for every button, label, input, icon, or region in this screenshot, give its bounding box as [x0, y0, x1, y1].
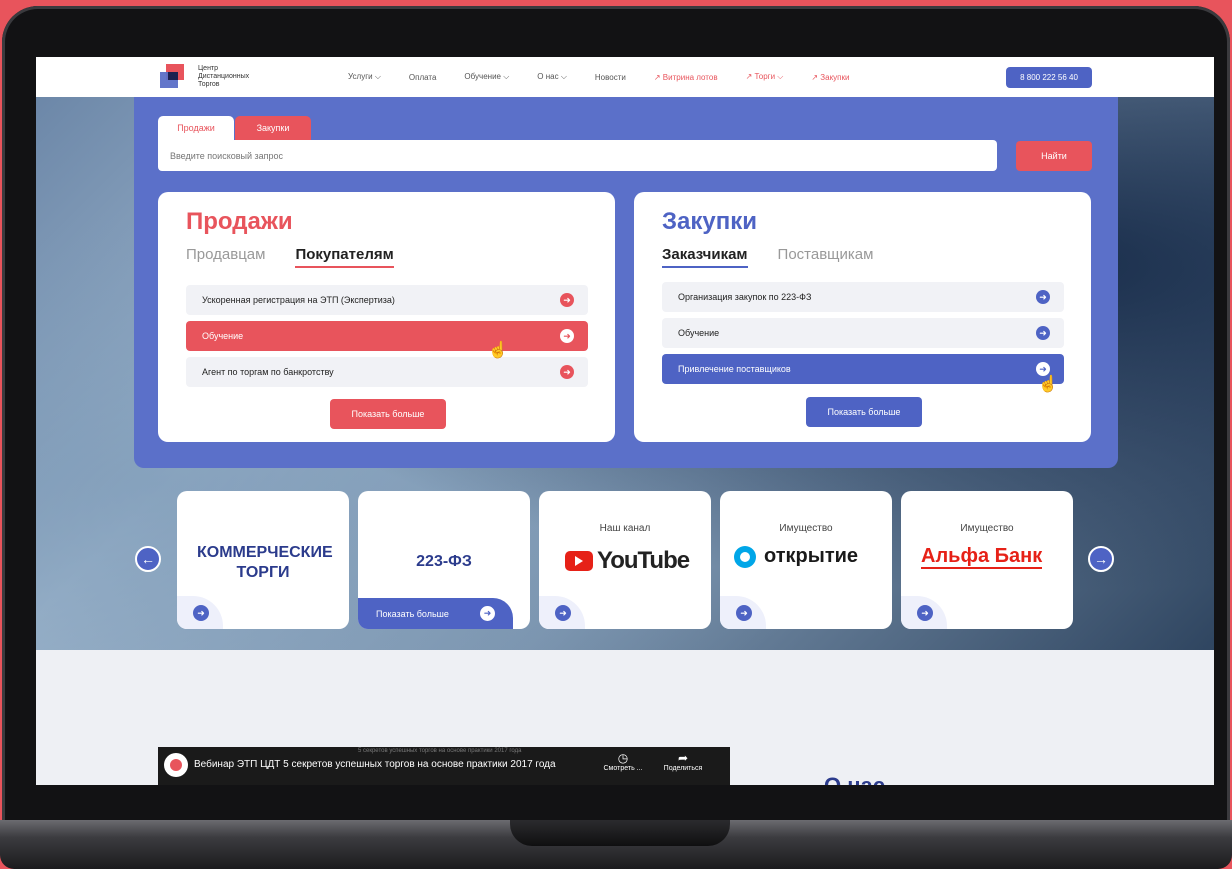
list-item[interactable]: Ускоренная регистрация на ЭТП (Экспертиз…	[186, 285, 588, 315]
share-label: Поделиться	[663, 765, 703, 772]
logo-icon	[160, 62, 190, 92]
nav-training[interactable]: Обучение ⌵	[464, 72, 509, 82]
tab-customers[interactable]: Заказчикам	[662, 246, 748, 268]
arrow-right-icon[interactable]: ➜	[917, 605, 933, 621]
list-item[interactable]: Агент по торгам по банкротству ➜	[186, 357, 588, 387]
alfa-bank-logo: Альфа Банк	[921, 545, 1043, 569]
nav-services[interactable]: Услуги ⌵	[348, 72, 381, 82]
carousel-tile[interactable]: Наш канал YouTube ➜	[539, 491, 711, 629]
search-button[interactable]: Найти	[1016, 141, 1092, 171]
laptop-notch	[510, 820, 730, 846]
list-item-label: Обучение	[202, 331, 244, 341]
browser-viewport: Центр Дистанционных Торгов Услуги ⌵ Опла…	[36, 57, 1214, 785]
search-input[interactable]	[158, 140, 997, 171]
channel-avatar	[164, 753, 188, 777]
site-header: Центр Дистанционных Торгов Услуги ⌵ Опла…	[36, 57, 1214, 97]
nav-purchases[interactable]: ↗ Закупки	[811, 73, 849, 82]
list-item[interactable]: Организация закупок по 223-ФЗ ➜	[662, 282, 1064, 312]
arrow-right-icon[interactable]: ➜	[193, 605, 209, 621]
sales-card: Продажи Продавцам Покупателям Ускоренная…	[158, 192, 615, 442]
watch-later-button[interactable]: ◷ Смотреть ...	[598, 751, 648, 772]
arrow-right-icon: ➜	[480, 606, 495, 621]
hand-cursor-icon: ☝	[488, 342, 508, 359]
phone-button[interactable]: 8 800 222 56 40	[1006, 67, 1092, 88]
show-more-button[interactable]: Показать больше	[806, 397, 922, 427]
arrow-right-icon: ➜	[560, 293, 574, 307]
tab-buyers[interactable]: Покупателям	[295, 246, 394, 268]
video-embed[interactable]: 5 секретов успешных торгов на основе пра…	[158, 747, 730, 785]
hero-section: Продажи Закупки Найти Продажи Продавцам …	[36, 97, 1214, 650]
arrow-right-icon: ➜	[560, 329, 574, 343]
list-item[interactable]: Обучение ➜	[662, 318, 1064, 348]
arrow-right-icon[interactable]: ➜	[555, 605, 571, 621]
search-panel: Продажи Закупки Найти Продажи Продавцам …	[134, 97, 1118, 468]
carousel-tile[interactable]: 223-ФЗ Показать больше ➜	[358, 491, 530, 629]
hand-cursor-icon: ☝	[1038, 376, 1058, 393]
otkritie-logo: открытие	[734, 545, 858, 568]
logo-text: Центр Дистанционных Торгов	[198, 65, 250, 88]
carousel-tile[interactable]: Имущество открытие ➜	[720, 491, 892, 629]
sales-title: Продажи	[186, 208, 293, 235]
carousel-tile[interactable]: Имущество Альфа Банк ➜	[901, 491, 1073, 629]
arrow-right-icon: ➜	[1036, 326, 1050, 340]
watch-later-label: Смотреть ...	[603, 765, 643, 772]
show-more-button[interactable]: Показать больше	[330, 399, 446, 429]
share-button[interactable]: ➦ Поделиться	[658, 751, 708, 772]
about-heading: О нас	[824, 773, 885, 785]
tab-sellers[interactable]: Продавцам	[186, 246, 265, 268]
video-subtitle: 5 секретов успешных торгов на основе пра…	[358, 748, 522, 754]
list-item-label: Агент по торгам по банкротству	[202, 367, 334, 377]
main-nav: Услуги ⌵ Оплата Обучение ⌵ О нас ⌵ Новос…	[348, 57, 877, 97]
carousel-tile[interactable]: КОММЕРЧЕСКИЕ ТОРГИ ➜	[177, 491, 349, 629]
arrow-right-icon: ➜	[1036, 290, 1050, 304]
tile-show-more-label: Показать больше	[376, 608, 449, 619]
tile-caption: Имущество	[779, 523, 833, 534]
nav-about[interactable]: О нас ⌵	[537, 72, 567, 82]
arrow-right-icon[interactable]: ➜	[736, 605, 752, 621]
nav-auctions[interactable]: ↗ Торги ⌵	[746, 72, 784, 82]
tile-caption: Наш канал	[599, 523, 651, 534]
nav-lot-showcase[interactable]: ↗ Витрина лотов	[654, 73, 718, 82]
carousel-prev-button[interactable]: ←	[135, 546, 161, 572]
arrow-right-icon: →	[1094, 551, 1108, 567]
list-item-label: Ускоренная регистрация на ЭТП (Экспертиз…	[202, 295, 395, 305]
list-item[interactable]: Привлечение поставщиков ➜	[662, 354, 1064, 384]
list-item-label: Привлечение поставщиков	[678, 364, 791, 374]
tab-purchases[interactable]: Закупки	[235, 116, 311, 140]
site-logo[interactable]: Центр Дистанционных Торгов	[160, 62, 268, 92]
tab-sales[interactable]: Продажи	[158, 116, 234, 140]
youtube-logo: YouTube	[565, 547, 690, 575]
arrow-left-icon: ←	[141, 551, 155, 567]
list-item-label: Обучение	[678, 328, 720, 338]
purchases-subtabs: Заказчикам Поставщикам	[662, 246, 903, 268]
tile-caption: Имущество	[960, 523, 1014, 534]
list-item-label: Организация закупок по 223-ФЗ	[678, 292, 812, 302]
tab-suppliers[interactable]: Поставщикам	[778, 246, 874, 268]
nav-news[interactable]: Новости	[595, 73, 626, 82]
list-item[interactable]: Обучение ➜	[186, 321, 588, 351]
arrow-right-icon: ➜	[560, 365, 574, 379]
tile-show-more-button[interactable]: Показать больше ➜	[358, 598, 513, 629]
law-223-label: 223-ФЗ	[416, 553, 472, 570]
clock-icon: ◷	[617, 751, 629, 765]
share-icon: ➦	[677, 751, 689, 765]
purchases-card: Закупки Заказчикам Поставщикам Организац…	[634, 192, 1091, 442]
commercial-auctions-logo: КОММЕРЧЕСКИЕ ТОРГИ	[197, 544, 333, 581]
carousel-next-button[interactable]: →	[1088, 546, 1114, 572]
nav-payment[interactable]: Оплата	[409, 73, 437, 82]
video-title[interactable]: Вебинар ЭТП ЦДТ 5 секретов успешных торг…	[194, 759, 556, 770]
sales-subtabs: Продавцам Покупателям	[186, 246, 424, 268]
purchases-title: Закупки	[662, 208, 758, 235]
